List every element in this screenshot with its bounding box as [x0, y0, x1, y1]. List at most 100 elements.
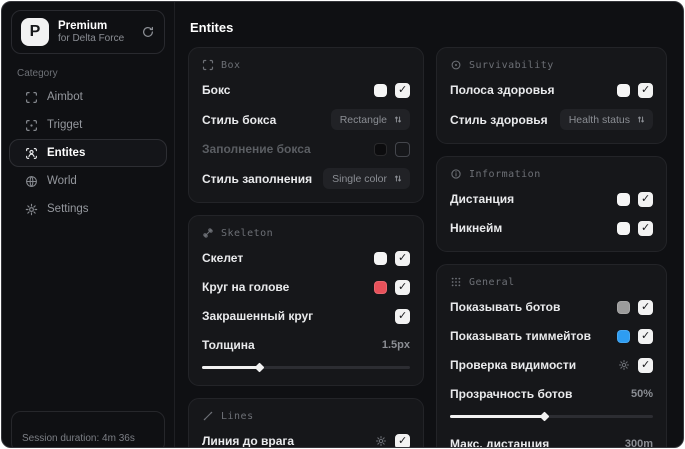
- color-swatch[interactable]: [617, 83, 630, 97]
- setting-row-bot-opacity: Прозрачность ботов 50%: [450, 387, 653, 401]
- checkbox[interactable]: [395, 250, 410, 266]
- sidebar-item-label: World: [47, 175, 77, 187]
- sidebar-item-label: Trigget: [47, 119, 83, 131]
- panel-general: General Показывать ботов Показывать тимм…: [436, 264, 667, 447]
- session-duration-box: Session duration: 4m 36s: [11, 411, 165, 447]
- color-swatch[interactable]: [374, 280, 387, 294]
- slider-thumb[interactable]: [254, 362, 265, 373]
- color-swatch[interactable]: [617, 300, 630, 314]
- visibility-settings-gear-icon[interactable]: [618, 359, 630, 371]
- checkbox[interactable]: [638, 357, 653, 373]
- setting-row-box: Бокс: [202, 80, 410, 100]
- setting-row-max-distance: Макс. дистанция 300m: [450, 434, 653, 447]
- color-swatch[interactable]: [617, 192, 630, 206]
- updown-arrows-icon: [636, 114, 646, 125]
- brand-subtitle: for Delta Force: [58, 32, 125, 44]
- refresh-icon[interactable]: [141, 25, 155, 39]
- bone-icon: [202, 227, 214, 239]
- brand-card: P Premium for Delta Force: [11, 10, 165, 54]
- thickness-value: 1.5px: [381, 339, 410, 351]
- setting-row-head-circle: Круг на голове: [202, 277, 410, 297]
- setting-row-show-bots: Показывать ботов: [450, 297, 653, 317]
- app-window: P Premium for Delta Force Category Aimbo…: [1, 1, 684, 448]
- bot-opacity-value: 50%: [630, 388, 653, 400]
- line-settings-gear-icon[interactable]: [375, 435, 387, 447]
- setting-row-filled-circle: Закрашенный круг: [202, 306, 410, 326]
- globe-icon: [25, 175, 38, 188]
- fill-style-dropdown[interactable]: Single color: [323, 168, 410, 189]
- crosshair-dot-icon: [25, 119, 38, 132]
- panel-skeleton: Skeleton Скелет Круг на голове: [188, 215, 424, 386]
- setting-row-health-style: Стиль здоровья Health status: [450, 109, 653, 130]
- checkbox[interactable]: [395, 82, 410, 98]
- sidebar-item-label: Aimbot: [47, 91, 83, 103]
- main-content: Entites Box Бокс ✓ Стиль бокса Rectangle…: [175, 2, 683, 447]
- panel-header-label: Box: [221, 59, 241, 71]
- color-swatch[interactable]: [374, 83, 387, 97]
- panel-information: Information Дистанция Никнейм: [436, 156, 667, 252]
- panel-header-label: Information: [469, 168, 541, 180]
- session-duration-text: Session duration: 4m 36s: [22, 433, 135, 444]
- color-swatch[interactable]: [374, 142, 387, 156]
- sidebar-item-settings[interactable]: Settings: [9, 195, 167, 223]
- sidebar-item-aimbot[interactable]: Aimbot: [9, 83, 167, 111]
- brand-logo: P: [21, 18, 49, 46]
- checkbox[interactable]: [395, 308, 410, 324]
- setting-row-fill-style: Стиль заполнения Single color: [202, 168, 410, 189]
- brand-title: Premium: [58, 19, 108, 32]
- checkbox[interactable]: [638, 220, 653, 236]
- updown-arrows-icon: [393, 114, 403, 125]
- panel-header-label: Survivability: [469, 59, 554, 71]
- color-swatch[interactable]: [374, 251, 387, 265]
- checkbox[interactable]: [638, 328, 653, 344]
- panel-header-label: Skeleton: [221, 227, 274, 239]
- diagonal-line-icon: [202, 410, 214, 422]
- sidebar-item-label: Settings: [47, 203, 89, 215]
- dots-grid-icon: [450, 276, 462, 288]
- setting-row-box-style: Стиль бокса Rectangle: [202, 109, 410, 130]
- color-swatch[interactable]: [617, 221, 630, 235]
- checkbox[interactable]: [395, 141, 410, 157]
- sidebar-item-label: Entites: [47, 147, 86, 159]
- setting-row-thickness: Толщина 1.5px: [202, 338, 410, 352]
- person-scan-icon: [25, 147, 38, 160]
- gear-icon: [25, 203, 38, 216]
- max-distance-value: 300m: [624, 438, 653, 447]
- setting-row-skeleton: Скелет: [202, 248, 410, 268]
- setting-row-distance: Дистанция: [450, 189, 653, 209]
- category-label: Category: [17, 68, 58, 79]
- panel-header-label: General: [469, 276, 515, 288]
- updown-arrows-icon: [393, 173, 403, 184]
- panel-box: Box Бокс Стиль бокса Rectangle: [188, 47, 424, 203]
- sidebar: P Premium for Delta Force Category Aimbo…: [2, 2, 175, 447]
- health-style-dropdown[interactable]: Health status: [559, 109, 653, 130]
- page-title: Entites: [190, 20, 234, 35]
- setting-row-nickname: Никнейм: [450, 218, 653, 238]
- checkbox[interactable]: [395, 279, 410, 295]
- color-swatch[interactable]: [617, 329, 630, 343]
- checkbox[interactable]: [638, 191, 653, 207]
- setting-row-health-bar: Полоса здоровья: [450, 80, 653, 100]
- sidebar-item-trigget[interactable]: Trigget: [9, 111, 167, 139]
- scan-brackets-icon: [202, 59, 214, 71]
- sidebar-item-entites[interactable]: Entites: [9, 139, 167, 167]
- info-icon: [450, 168, 462, 180]
- panel-header-label: Lines: [221, 410, 254, 422]
- setting-row-visibility-check: Проверка видимости: [450, 355, 653, 375]
- setting-row-box-fill: Заполнение бокса: [202, 139, 410, 159]
- circle-dot-icon: [450, 59, 462, 71]
- bot-opacity-slider[interactable]: [450, 411, 653, 422]
- checkbox[interactable]: [638, 299, 653, 315]
- checkbox[interactable]: [395, 433, 410, 447]
- crosshair-scan-icon: [25, 91, 38, 104]
- sidebar-nav: Aimbot Trigget Entites World Settings: [2, 83, 174, 223]
- panel-survivability: Survivability Полоса здоровья Стиль здор…: [436, 47, 667, 144]
- setting-row-show-teammates: Показывать тиммейтов: [450, 326, 653, 346]
- box-style-dropdown[interactable]: Rectangle: [330, 109, 410, 130]
- slider-thumb[interactable]: [539, 411, 550, 422]
- checkbox[interactable]: [638, 82, 653, 98]
- sidebar-item-world[interactable]: World: [9, 167, 167, 195]
- setting-row-enemy-line: Линия до врага: [202, 431, 410, 447]
- panel-lines: Lines Линия до врага ✓: [188, 398, 424, 447]
- thickness-slider[interactable]: [202, 362, 410, 373]
